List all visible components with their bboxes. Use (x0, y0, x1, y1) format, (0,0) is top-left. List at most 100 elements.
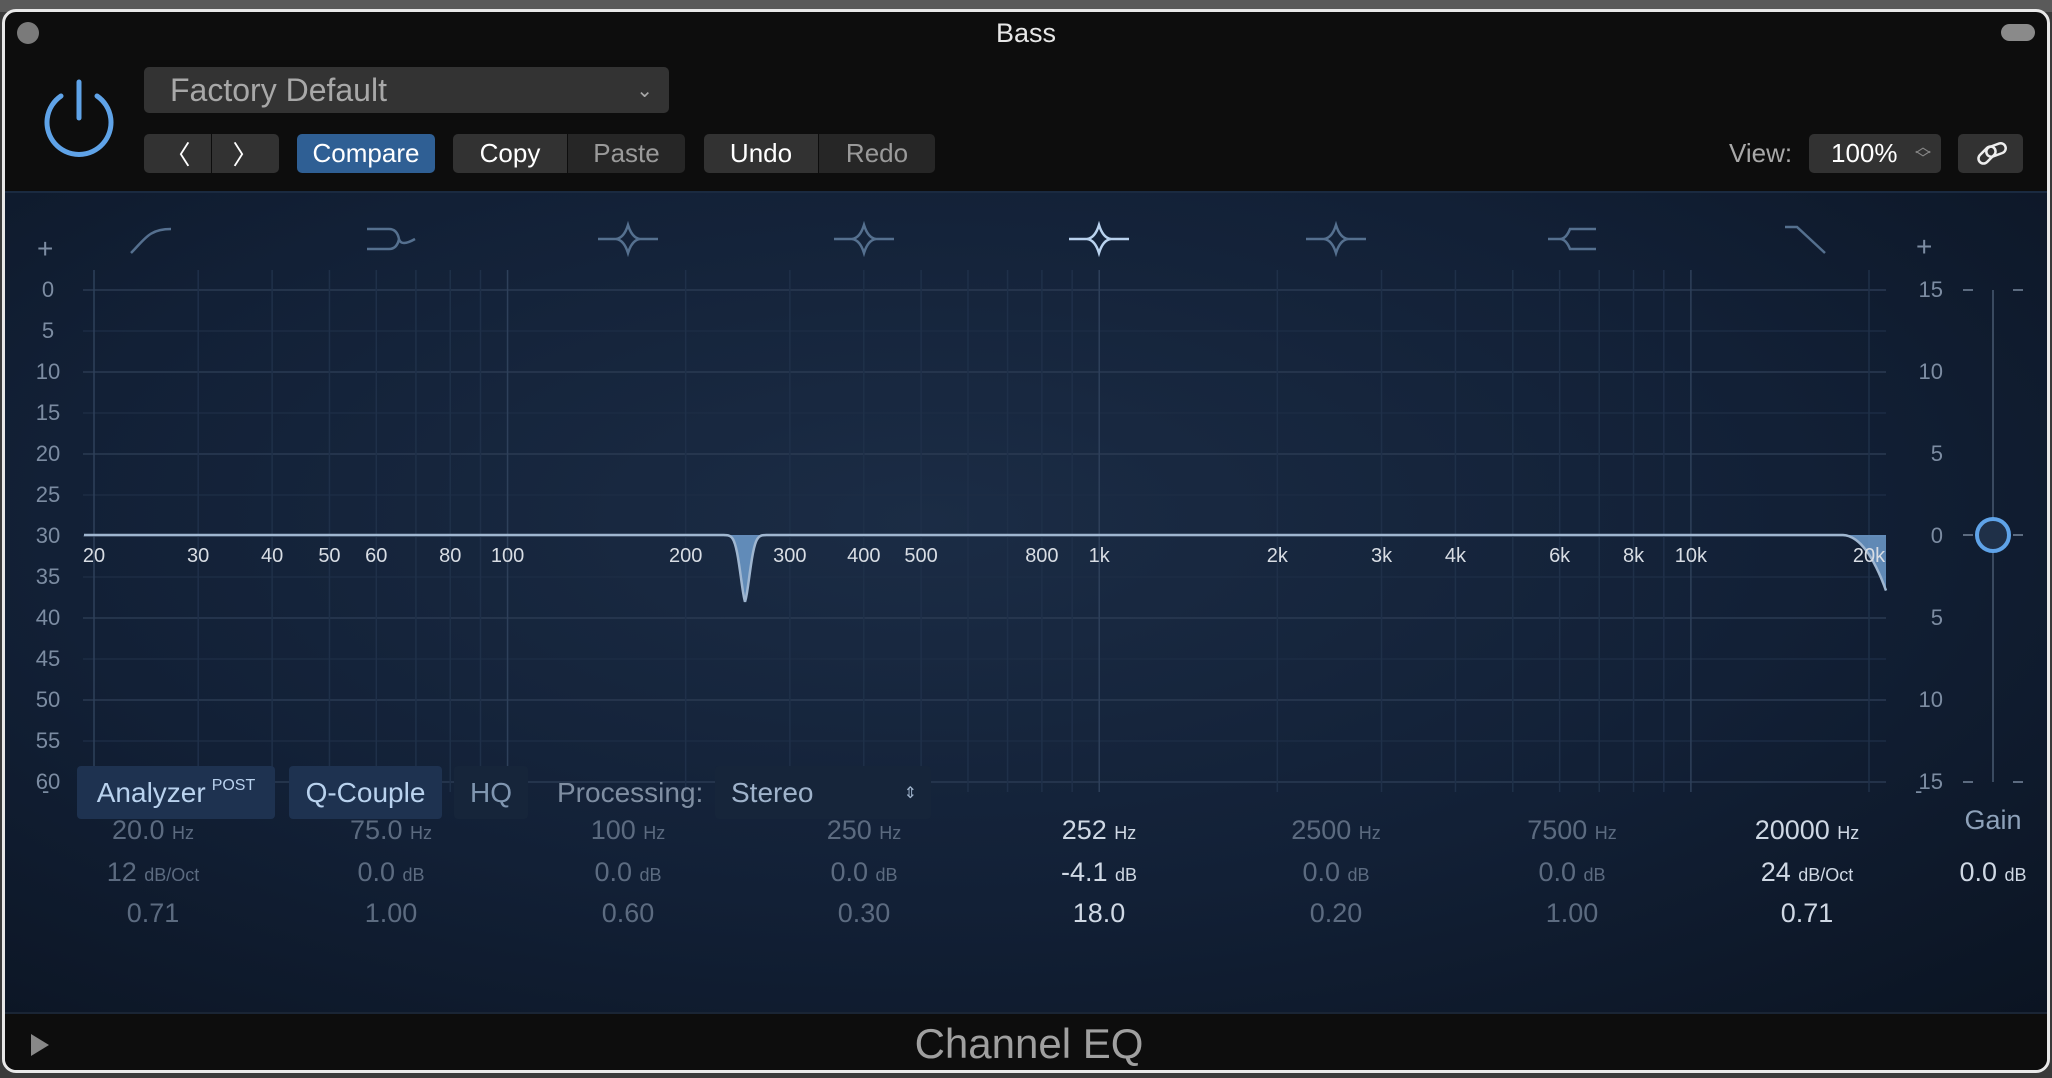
unit: Hz (410, 823, 433, 843)
next-preset-button[interactable]: 〉 (212, 134, 279, 173)
plus-icon: + (1916, 231, 1933, 262)
value: 12 (106, 857, 137, 887)
value: 0.0 (830, 857, 868, 887)
right-scale-label: 15 (1918, 277, 1943, 302)
band-q-value[interactable]: 0.20 (1310, 898, 1363, 929)
band-q-value[interactable]: 1.00 (365, 898, 418, 929)
analyzer-button[interactable]: Analyzer POST (77, 766, 275, 819)
plugin-window: Bass Factory Default ⌄ 〈 〉 Compare Copy P… (2, 9, 2050, 1073)
value: 1.00 (1545, 898, 1599, 928)
left-scale-label: 25 (35, 482, 61, 507)
left-scale-label: 5 (41, 318, 55, 343)
paste-button[interactable]: Paste (568, 134, 685, 173)
hq-button[interactable]: HQ (454, 766, 528, 819)
high-cut-filter-icon[interactable] (1785, 225, 1826, 254)
low-shelf-filter-icon[interactable] (367, 227, 416, 251)
band-freq-value[interactable]: 20.0 Hz (112, 815, 194, 846)
eq-graph-canvas[interactable] (5, 193, 2050, 1015)
compare-button[interactable]: Compare (297, 134, 435, 173)
processing-label: Processing: (557, 777, 704, 808)
power-icon[interactable] (39, 76, 119, 160)
band-gain-value[interactable]: 0.0 dB (357, 857, 424, 888)
value: 20.0 (111, 815, 165, 845)
frequency-label: 20 (82, 545, 106, 567)
frequency-label: 20k (1852, 545, 1886, 567)
frequency-label: 60 (365, 545, 388, 567)
band-gain-value[interactable]: 0.0 dB (830, 857, 897, 888)
band-freq-value[interactable]: 100 Hz (591, 815, 666, 846)
unit: dB/Oct (144, 865, 200, 885)
left-scale-label: 55 (35, 728, 61, 753)
value: 24 (1760, 857, 1791, 887)
band-q-value[interactable]: 0.60 (602, 898, 655, 929)
preset-dropdown[interactable]: Factory Default ⌄ (144, 67, 669, 113)
value: 7500 (1527, 815, 1588, 845)
unit: Hz (1114, 823, 1137, 843)
unit: Hz (1358, 823, 1381, 843)
value: 0.0 (1302, 857, 1340, 887)
band-freq-value[interactable]: 2500 Hz (1291, 815, 1381, 846)
unit: dB (875, 865, 898, 885)
band-gain-value[interactable]: 24 dB/Oct (1761, 857, 1854, 888)
band-freq-value[interactable]: 7500 Hz (1527, 815, 1617, 846)
eq-curve-line (84, 533, 1888, 603)
eq-graph[interactable]: 0 5 10 15 20 25 30 35 40 45 50 55 60 15 10 5 0 5 10 15 + + - -2… (5, 191, 2050, 1015)
redo-button[interactable]: Redo (819, 134, 935, 173)
unit: dB (2004, 865, 2027, 885)
left-scale-label: 35 (35, 564, 61, 589)
high-shelf-filter-icon[interactable] (1548, 227, 1596, 251)
band-q-value[interactable]: 1.00 (1546, 898, 1599, 929)
gain-value[interactable]: 0.0 dB (1959, 857, 2026, 888)
band-gain-value[interactable]: 12 dB/Oct (107, 857, 200, 888)
view-zoom-stepper[interactable]: 100% ︿ ﹀ (1809, 134, 1941, 173)
bell-filter-icon[interactable] (598, 220, 658, 258)
bell-filter-icon[interactable] (1306, 220, 1366, 258)
value: 0.0 (594, 857, 632, 887)
q-couple-button[interactable]: Q-Couple (289, 766, 442, 819)
unit: Hz (172, 823, 195, 843)
gain-slider-knob[interactable] (1975, 517, 2011, 553)
previous-preset-button[interactable]: 〈 (144, 134, 211, 173)
frequency-label: 4k (1444, 545, 1466, 567)
band-gain-value[interactable]: 0.0 dB (1538, 857, 1605, 888)
frequency-label: 40 (260, 545, 284, 567)
unit: dB (639, 865, 662, 885)
value: 0.30 (837, 898, 891, 928)
bell-filter-icon[interactable] (834, 220, 894, 258)
undo-button[interactable]: Undo (704, 134, 818, 173)
footer-bar: Channel EQ (5, 1012, 2047, 1070)
unit: Hz (879, 823, 902, 843)
band-q-value[interactable]: 0.71 (127, 898, 180, 929)
processing-select[interactable]: Stereo ⇕ (715, 766, 931, 819)
link-button[interactable] (1958, 134, 2023, 173)
bell-filter-icon[interactable] (1069, 220, 1129, 258)
band-q-value[interactable]: 0.71 (1781, 898, 1834, 929)
frequency-label: 1k (1088, 545, 1110, 567)
band-gain-value[interactable]: 0.0 dB (1302, 857, 1369, 888)
band-q-value[interactable]: 18.0 (1073, 898, 1126, 929)
band-gain-value[interactable]: 0.0 dB (594, 857, 661, 888)
band-freq-value[interactable]: 20000 Hz (1755, 815, 1860, 846)
band-q-value[interactable]: 0.30 (838, 898, 891, 929)
value: -4.1 (1060, 857, 1108, 887)
window-title: Bass (995, 18, 1057, 48)
unit: Hz (1837, 823, 1860, 843)
left-scale-label: 50 (35, 687, 61, 712)
copy-button[interactable]: Copy (453, 134, 567, 173)
band-freq-value[interactable]: 75.0 Hz (350, 815, 432, 846)
value: 2500 (1291, 815, 1352, 845)
eq-curve-fill (84, 535, 1886, 602)
frequency-label: 100 (490, 545, 525, 567)
frequency-label: 50 (318, 545, 341, 567)
value: 20000 (1754, 815, 1830, 845)
band-freq-value[interactable]: 252 Hz (1062, 815, 1137, 846)
band-gain-value[interactable]: -4.1 dB (1061, 857, 1137, 888)
frequency-label: 400 (847, 545, 881, 567)
right-scale-label: 5 (1930, 441, 1943, 466)
unit: dB (1115, 865, 1138, 885)
window-resize-button[interactable] (2001, 24, 2035, 41)
left-scale-label: 30 (35, 523, 61, 548)
low-cut-filter-icon[interactable] (130, 227, 172, 254)
band-freq-value[interactable]: 250 Hz (827, 815, 902, 846)
value: 0.71 (126, 898, 180, 928)
